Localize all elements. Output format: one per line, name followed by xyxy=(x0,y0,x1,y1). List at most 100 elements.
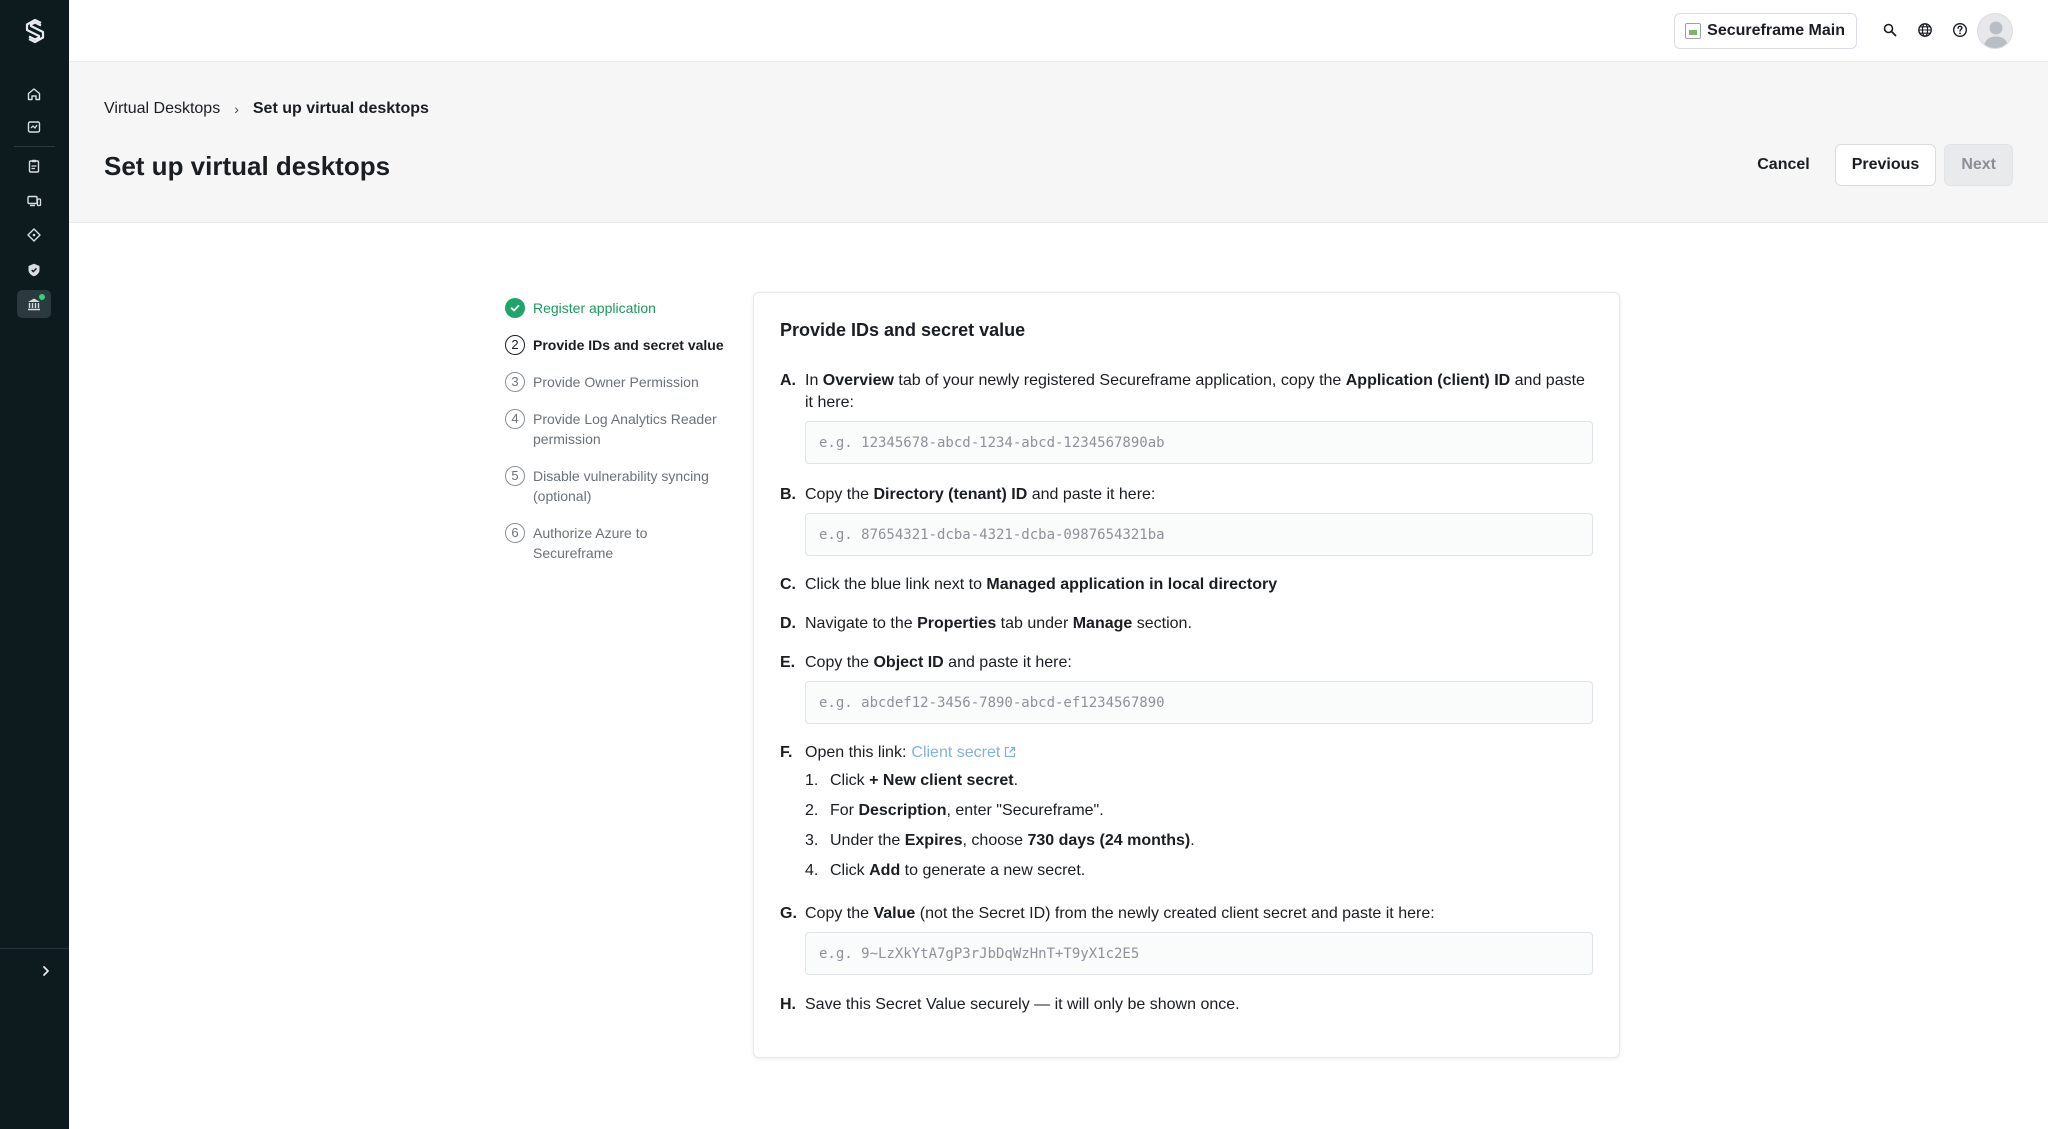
instruction-letter: H. xyxy=(780,996,796,1013)
instruction-text: Copy the Value (not the Secret ID) from … xyxy=(805,903,1593,925)
notification-dot xyxy=(39,294,45,300)
text-part: to generate a new secret. xyxy=(900,862,1086,879)
instruction-letter: E. xyxy=(780,654,796,671)
next-button[interactable]: Next xyxy=(1944,144,2013,186)
sidebar-divider xyxy=(14,146,55,147)
instruction-c: C. Click the blue link next to Managed a… xyxy=(780,574,1593,596)
shield-icon[interactable] xyxy=(17,256,51,284)
list-text: Click Add to generate a new secret. xyxy=(830,860,1085,882)
clipboard-icon[interactable] xyxy=(17,152,51,180)
diamond-icon[interactable] xyxy=(17,221,51,249)
instruction-e: E. Copy the Object ID and paste it here: xyxy=(780,652,1593,724)
sidebar-bottom-divider xyxy=(0,948,69,949)
text-part: , choose xyxy=(962,832,1028,849)
sidebar xyxy=(0,0,69,1129)
step-number: 5 xyxy=(505,466,525,486)
instruction-letter: A. xyxy=(780,372,796,389)
text-part: In xyxy=(805,372,823,389)
wizard-steps: Register application 2 Provide IDs and s… xyxy=(505,298,725,580)
step-number: 4 xyxy=(505,409,525,429)
devices-icon[interactable] xyxy=(17,187,51,215)
directory-tenant-id-input[interactable] xyxy=(805,513,1593,556)
step-label: Provide Log Analytics Reader permission xyxy=(533,411,717,447)
text-bold: 730 days (24 months) xyxy=(1027,832,1191,849)
external-link-icon[interactable] xyxy=(1003,744,1017,758)
help-icon[interactable] xyxy=(1950,20,1970,40)
instruction-text: Save this Secret Value securely — it wil… xyxy=(805,994,1593,1016)
breadcrumb-chevron-icon: › xyxy=(234,101,239,117)
instruction-text: Click the blue link next to Managed appl… xyxy=(805,574,1593,596)
step-label: Provide IDs and secret value xyxy=(533,337,724,353)
instruction-text: Open this link: Client secret xyxy=(805,742,1593,764)
text-bold: + New client secret xyxy=(869,772,1014,789)
list-number: 3. xyxy=(805,832,819,849)
list-text: For Description, enter "Secureframe". xyxy=(830,800,1104,822)
client-secret-link[interactable]: Client secret xyxy=(911,744,1000,761)
step-label: Register application xyxy=(533,300,656,316)
expand-sidebar-chevron-icon[interactable] xyxy=(36,961,56,981)
search-icon[interactable] xyxy=(1880,20,1900,40)
step-number: 2 xyxy=(505,335,525,355)
instruction-h: H. Save this Secret Value securely — it … xyxy=(780,994,1593,1016)
list-text: Click + New client secret. xyxy=(830,770,1018,792)
text-part: and paste it here: xyxy=(943,654,1072,671)
home-icon[interactable] xyxy=(17,80,51,108)
text-part: tab of your newly registered Secureframe… xyxy=(893,372,1346,389)
instruction-g: G. Copy the Value (not the Secret ID) fr… xyxy=(780,903,1593,975)
instruction-text: Navigate to the Properties tab under Man… xyxy=(805,613,1593,635)
instruction-letter: B. xyxy=(780,486,796,503)
step-disable-vuln-sync[interactable]: 5 Disable vulnerability syncing (optiona… xyxy=(505,466,725,506)
previous-button[interactable]: Previous xyxy=(1834,144,1937,186)
list-item: 1. Click + New client secret. xyxy=(805,770,1593,792)
globe-icon[interactable] xyxy=(1915,20,1935,40)
text-part: section. xyxy=(1132,615,1192,632)
user-avatar[interactable] xyxy=(1977,13,2013,49)
step-log-analytics[interactable]: 4 Provide Log Analytics Reader permissio… xyxy=(505,409,725,449)
object-id-input[interactable] xyxy=(805,681,1593,724)
dashboard-icon[interactable] xyxy=(17,113,51,141)
instruction-letter: D. xyxy=(780,615,796,632)
card-title: Provide IDs and secret value xyxy=(780,320,1026,340)
step-register-application[interactable]: Register application xyxy=(505,298,725,318)
bank-icon[interactable] xyxy=(17,290,51,318)
step-number: 3 xyxy=(505,372,525,392)
text-part: Click the blue link next to xyxy=(805,576,987,593)
text-part: Click xyxy=(830,772,870,789)
step-label: Provide Owner Permission xyxy=(533,374,699,390)
instruction-letter: G. xyxy=(780,905,797,922)
step-owner-permission[interactable]: 3 Provide Owner Permission xyxy=(505,372,725,392)
text-bold: Value xyxy=(873,905,916,922)
client-secret-steps: 1. Click + New client secret. 2. For Descr… xyxy=(805,770,1593,882)
text-bold: Directory (tenant) ID xyxy=(873,486,1028,503)
text-bold: Application (client) ID xyxy=(1345,372,1511,389)
header-actions: Cancel Previous Next xyxy=(1740,144,2013,186)
application-client-id-input[interactable] xyxy=(805,421,1593,464)
instruction-d: D. Navigate to the Properties tab under … xyxy=(780,613,1593,635)
text-part: Under the xyxy=(830,832,905,849)
workspace-switcher[interactable]: Secureframe Main xyxy=(1674,13,1857,49)
topbar: Secureframe Main xyxy=(69,0,2048,62)
broken-image-icon xyxy=(1685,23,1702,39)
page-title: Set up virtual desktops xyxy=(104,151,391,181)
text-bold: Managed application in local directory xyxy=(986,576,1278,593)
breadcrumb-virtual-desktops[interactable]: Virtual Desktops xyxy=(104,100,220,118)
cancel-button[interactable]: Cancel xyxy=(1740,144,1826,186)
text-bold: Add xyxy=(869,862,901,879)
instructions-card: Provide IDs and secret value A. In Overv… xyxy=(753,292,1620,1058)
text-part: For xyxy=(830,802,859,819)
step-provide-ids[interactable]: 2 Provide IDs and secret value xyxy=(505,335,725,355)
instruction-b: B. Copy the Directory (tenant) ID and pa… xyxy=(780,484,1593,556)
step-authorize-azure[interactable]: 6 Authorize Azure to Secureframe xyxy=(505,523,725,563)
instruction-f: F. Open this link: Client secret 1. Click … xyxy=(780,742,1593,890)
secureframe-logo-icon[interactable] xyxy=(22,18,48,44)
instruction-text: In Overview tab of your newly registered… xyxy=(805,370,1593,414)
text-part: tab under xyxy=(996,615,1073,632)
text-part: Navigate to the xyxy=(805,615,918,632)
step-label: Disable vulnerability syncing (optional) xyxy=(533,468,709,504)
page-header: Virtual Desktops › Set up virtual deskto… xyxy=(69,62,2048,223)
instruction-text: Copy the Directory (tenant) ID and paste… xyxy=(805,484,1593,506)
instruction-a: A. In Overview tab of your newly registe… xyxy=(780,370,1593,464)
secret-value-input[interactable] xyxy=(805,932,1593,975)
text-part: . xyxy=(1013,772,1019,789)
text-bold: Description xyxy=(858,802,947,819)
